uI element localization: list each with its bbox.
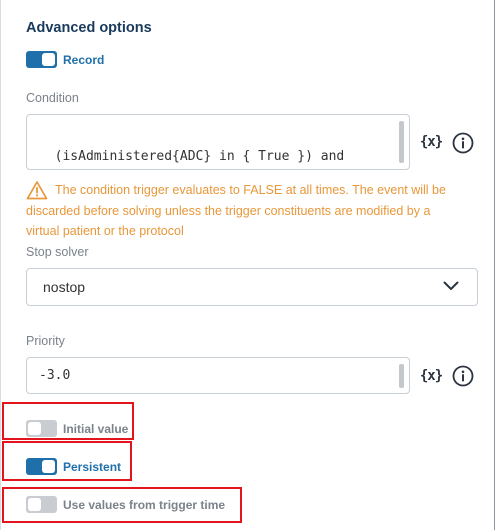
chevron-down-icon [443, 281, 459, 290]
priority-label: Priority [26, 334, 65, 348]
condition-label: Condition [26, 91, 79, 105]
stop-solver-value: nostop [43, 279, 86, 295]
persistent-toggle[interactable] [26, 458, 57, 475]
section-title: Advanced options [26, 20, 152, 36]
priority-input[interactable]: -3.0 [26, 357, 410, 394]
stop-solver-label: Stop solver [26, 245, 89, 259]
info-icon [452, 365, 474, 387]
condition-value: (isAdministered{ADC} in { True }) and (r… [54, 149, 345, 164]
record-toggle[interactable] [26, 51, 57, 68]
initial-value-label: Initial value [63, 421, 129, 436]
trigger-time-label: Use values from trigger time [63, 497, 226, 512]
priority-scrollbar[interactable] [399, 364, 404, 388]
initial-value-toggle[interactable] [26, 420, 57, 437]
trigger-time-toggle[interactable] [26, 496, 57, 513]
condition-scrollbar[interactable] [399, 121, 404, 163]
info-icon [452, 132, 474, 154]
toggle-knob [42, 460, 55, 473]
condition-warning: The condition trigger evaluates to FALSE… [26, 180, 466, 242]
record-toggle-row[interactable]: Record [26, 51, 104, 68]
stop-solver-select[interactable]: nostop [26, 268, 478, 306]
variable-icon: {x} [419, 368, 443, 384]
toggle-knob [28, 422, 41, 435]
left-border [0, 0, 1, 530]
initial-value-toggle-row[interactable]: Initial value [26, 420, 128, 437]
persistent-label: Persistent [63, 459, 122, 474]
condition-textarea[interactable]: (isAdministered{ADC} in { True }) and (r… [26, 114, 410, 170]
toggle-knob [28, 498, 41, 511]
right-border [494, 0, 495, 530]
warning-triangle-icon [26, 181, 48, 200]
priority-value: -3.0 [39, 368, 71, 383]
warning-text: The condition trigger evaluates to FALSE… [26, 183, 446, 238]
condition-info-button[interactable] [451, 131, 475, 155]
variable-icon: {x} [419, 134, 443, 150]
priority-info-button[interactable] [451, 364, 475, 388]
condition-variable-button[interactable]: {x} [418, 131, 444, 153]
record-label: Record [63, 52, 105, 67]
toggle-knob [42, 53, 55, 66]
persistent-toggle-row[interactable]: Persistent [26, 458, 121, 475]
priority-variable-button[interactable]: {x} [418, 365, 444, 387]
trigger-time-toggle-row[interactable]: Use values from trigger time [26, 496, 225, 513]
